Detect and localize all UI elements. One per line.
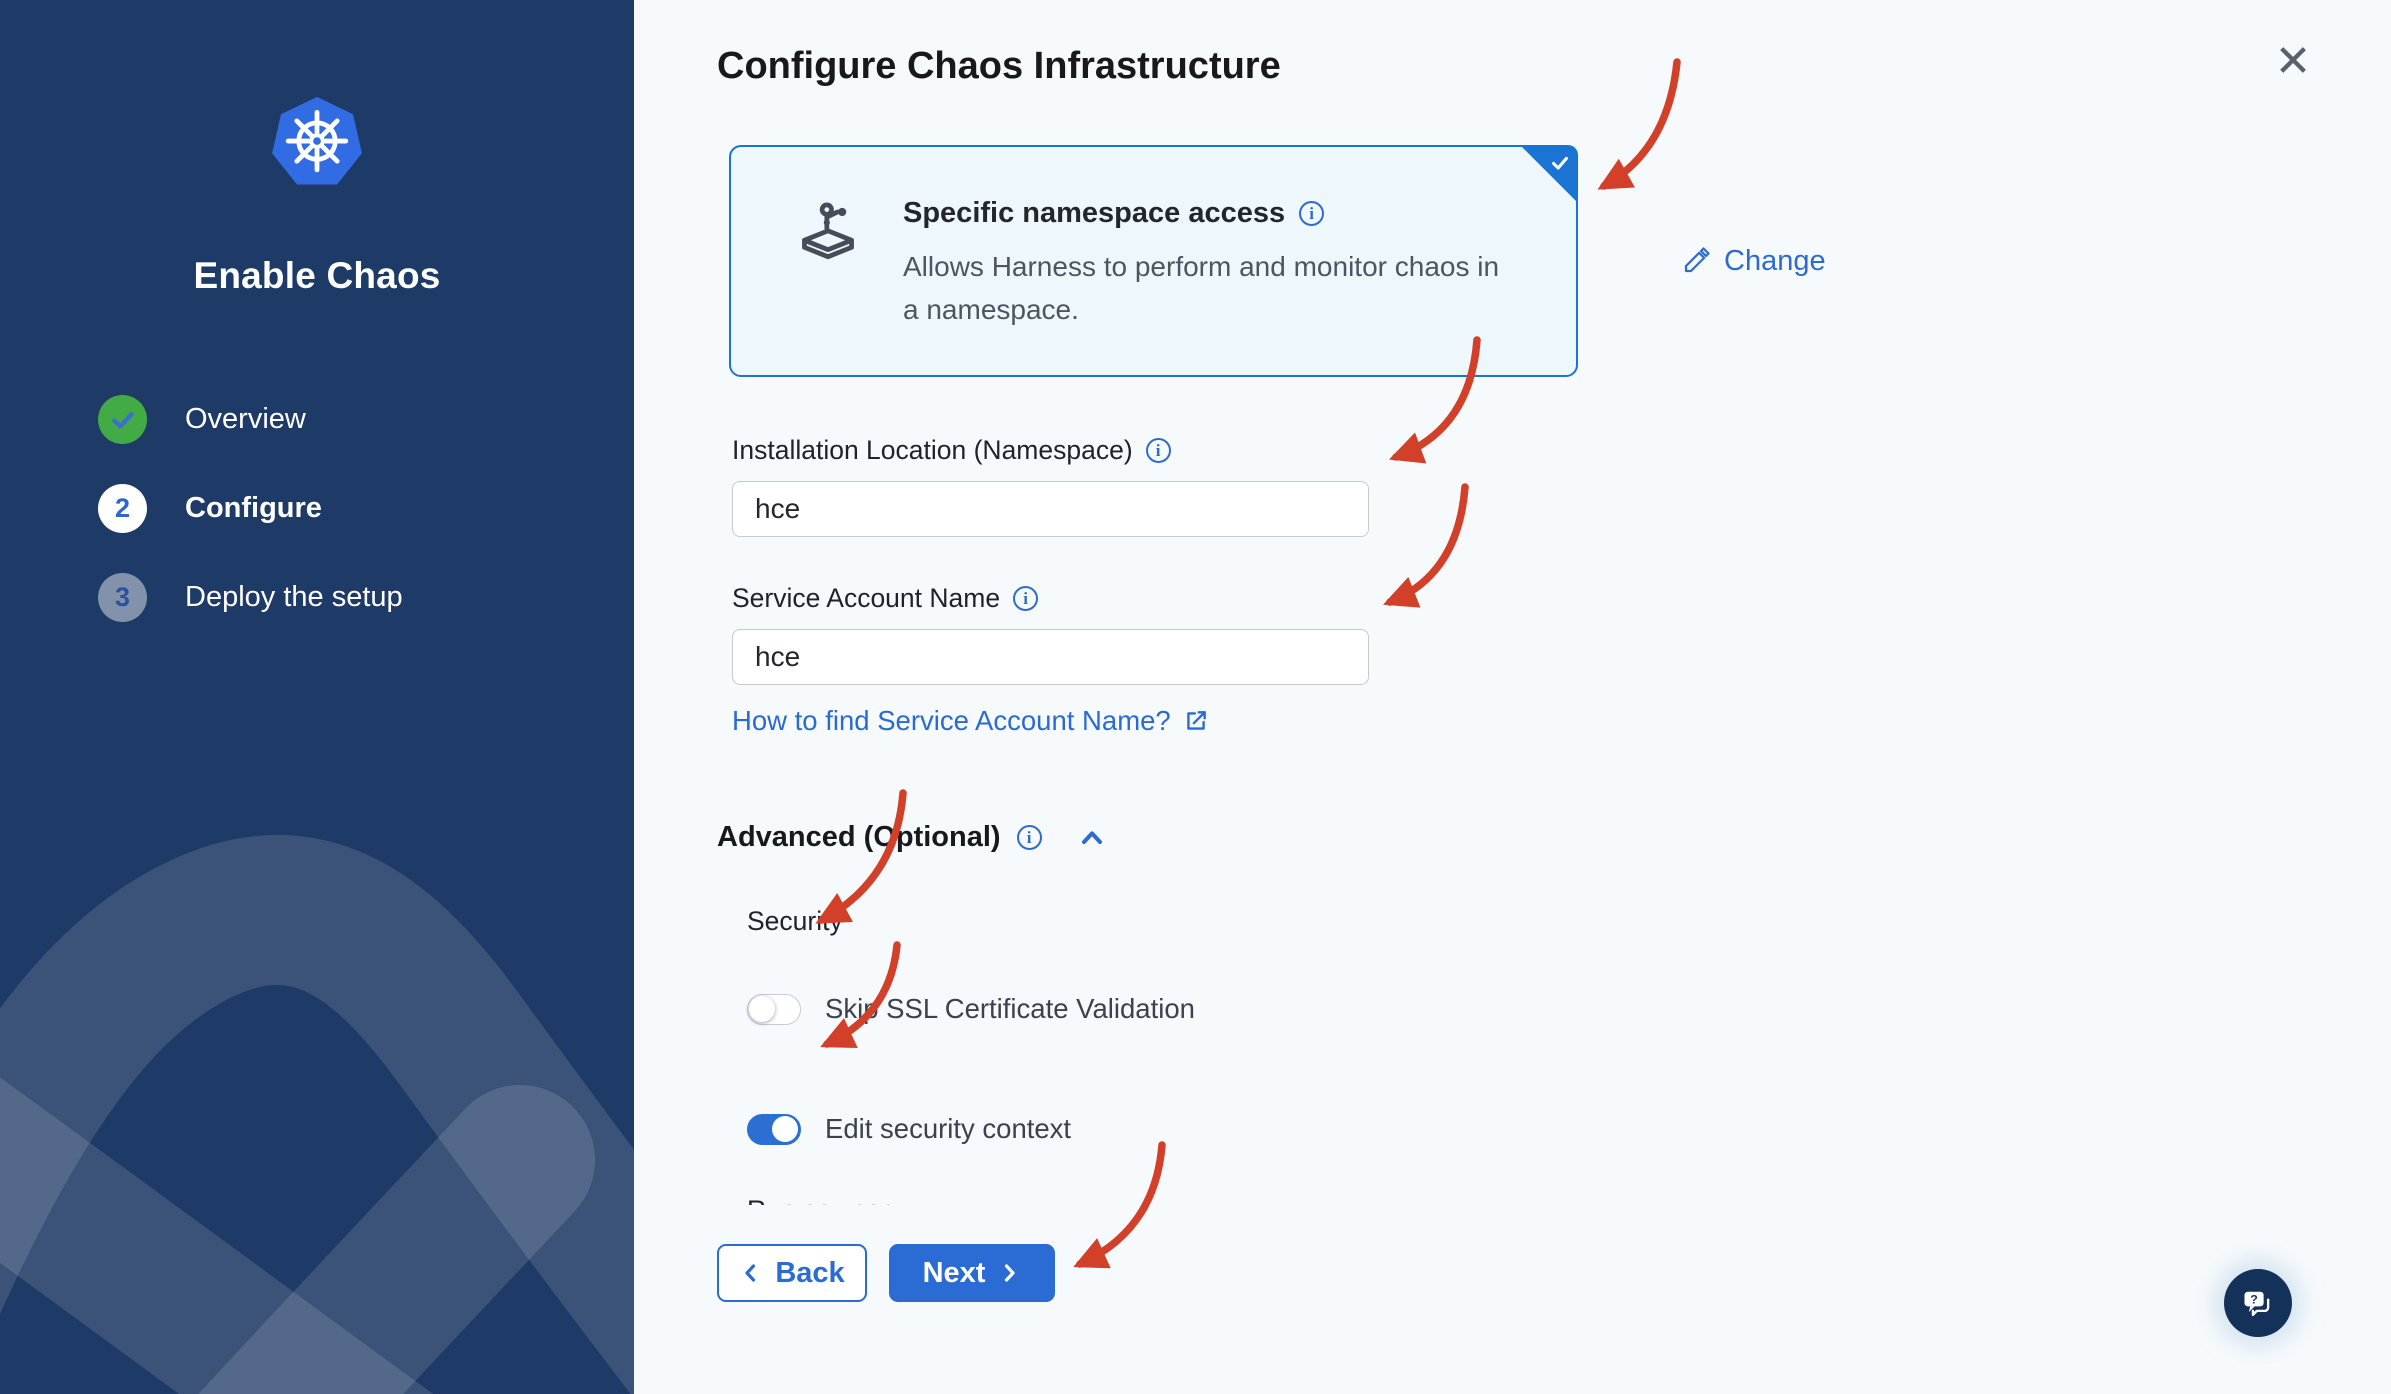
modal-scroll-area[interactable]: Configure Chaos Infrastructure Specific … — [634, 0, 2391, 1205]
advanced-label: Advanced (Optional) — [717, 821, 1001, 854]
step-overview[interactable]: Overview — [98, 395, 634, 444]
step-number-badge: 3 — [98, 573, 147, 622]
wizard-steps: Overview 2 Configure 3 Deploy the setup — [0, 395, 634, 622]
skip-ssl-toggle[interactable] — [747, 993, 801, 1025]
card-description: Allows Harness to perform and monitor ch… — [903, 251, 1500, 325]
info-icon[interactable]: i — [1013, 586, 1039, 612]
close-icon[interactable]: ✕ — [2267, 36, 2319, 88]
run-as-user-field-group: Run as user — [747, 1195, 2391, 1205]
security-label: Security — [747, 906, 843, 937]
skip-ssl-toggle-row: Skip SSL Certificate Validation — [747, 993, 2391, 1025]
skip-ssl-label: Skip SSL Certificate Validation — [825, 993, 1195, 1025]
change-link[interactable]: Change — [1681, 245, 1826, 278]
kubernetes-logo-icon — [272, 96, 362, 185]
step-label: Deploy the setup — [185, 581, 403, 613]
chevron-left-icon — [745, 1264, 756, 1282]
toggle-knob — [772, 1115, 798, 1142]
help-chat-button[interactable]: ? — [2224, 1269, 2292, 1337]
info-icon[interactable]: i — [1016, 825, 1042, 851]
card-text: Specific namespace access i Allows Harne… — [903, 197, 1513, 331]
namespace-input[interactable] — [732, 481, 1369, 538]
step-number-badge: 2 — [98, 484, 147, 533]
namespace-field-group: Installation Location (Namespace) i — [717, 435, 2391, 538]
help-link-label: How to find Service Account Name? — [732, 705, 1171, 737]
modal-main: ✕ Configure Chaos Infrastructure Specifi… — [634, 0, 2391, 1394]
harness-logo-watermark — [0, 835, 634, 1394]
wizard-footer: Back Next — [717, 1244, 1055, 1302]
card-title: Specific namespace access — [903, 197, 1286, 229]
step-label: Overview — [185, 403, 306, 435]
chevron-up-icon[interactable] — [1076, 822, 1108, 854]
info-icon[interactable]: i — [1299, 201, 1325, 226]
configure-chaos-infrastructure-modal: Enable Chaos Overview 2 Configure 3 Depl… — [0, 0, 2391, 1394]
service-account-input[interactable] — [732, 629, 1369, 686]
sidebar-title: Enable Chaos — [193, 255, 441, 296]
service-account-field-label: Service Account Name — [732, 583, 1001, 614]
back-button[interactable]: Back — [717, 1244, 867, 1302]
edit-security-context-label: Edit security context — [825, 1113, 1072, 1145]
chat-question-icon: ? — [2244, 1291, 2270, 1316]
svg-text:?: ? — [2250, 1293, 2258, 1307]
external-link-icon — [1186, 711, 1206, 730]
pencil-icon — [1684, 247, 1710, 273]
page-title: Configure Chaos Infrastructure — [717, 45, 1281, 87]
advanced-section-header: Advanced (Optional) i — [717, 821, 2391, 854]
step-label: Configure — [185, 492, 322, 524]
next-button-label: Next — [922, 1256, 986, 1289]
wizard-sidebar: Enable Chaos Overview 2 Configure 3 Depl… — [0, 0, 634, 1394]
service-account-field-group: Service Account Name i How to find Servi… — [717, 583, 2391, 737]
selected-check-corner — [1520, 145, 1578, 203]
back-button-label: Back — [775, 1256, 845, 1289]
toggle-knob — [749, 995, 775, 1022]
namespace-field-label: Installation Location (Namespace) — [732, 435, 1133, 466]
security-section: Security Skip SSL Certificate Validation… — [747, 906, 2391, 1205]
next-button[interactable]: Next — [889, 1244, 1055, 1302]
namespace-icon — [802, 202, 854, 260]
edit-security-context-toggle[interactable] — [747, 1113, 801, 1145]
step-done-check-icon — [98, 395, 147, 444]
namespace-access-option-card[interactable]: Specific namespace access i Allows Harne… — [729, 145, 1578, 378]
change-label: Change — [1724, 244, 1826, 277]
step-deploy-the-setup[interactable]: 3 Deploy the setup — [98, 573, 634, 622]
edit-security-context-toggle-row: Edit security context — [747, 1113, 2391, 1145]
step-configure[interactable]: 2 Configure — [98, 484, 634, 533]
chevron-right-icon — [1005, 1264, 1016, 1282]
run-as-user-label: Run as user — [747, 1195, 2391, 1205]
info-icon[interactable]: i — [1145, 438, 1171, 464]
service-account-help-link[interactable]: How to find Service Account Name? — [732, 705, 1209, 737]
